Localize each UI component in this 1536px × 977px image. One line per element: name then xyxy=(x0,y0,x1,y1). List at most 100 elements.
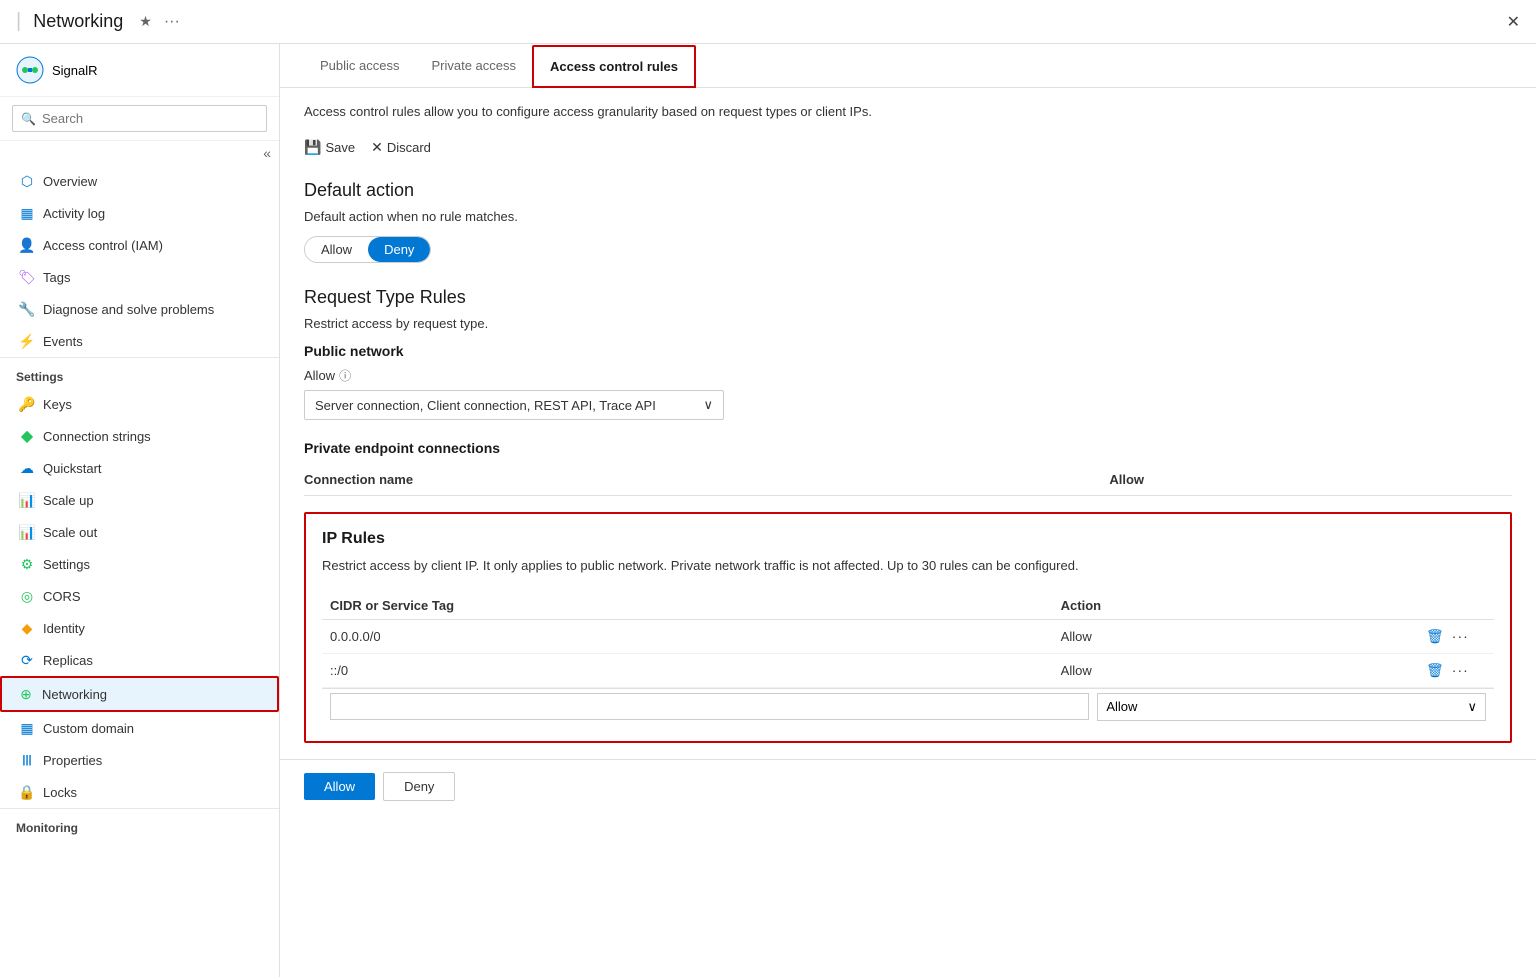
overview-icon: ⬡ xyxy=(19,173,35,189)
public-network-dropdown[interactable]: Server connection, Client connection, RE… xyxy=(304,390,724,420)
col-cidr-header: CIDR or Service Tag xyxy=(330,598,1061,613)
sidebar-item-overview[interactable]: ⬡ Overview xyxy=(0,165,279,197)
locks-icon: 🔒 xyxy=(19,784,35,800)
title-bar: | Networking ★ ··· ✕ xyxy=(0,0,1536,44)
access-control-icon: 👤 xyxy=(19,237,35,253)
ip-new-row: Allow ∨ xyxy=(322,688,1494,725)
discard-label: Discard xyxy=(387,140,431,155)
sidebar-item-label: Custom domain xyxy=(43,721,134,736)
more-options-icon[interactable]: ··· xyxy=(1452,662,1469,678)
ip-table-header: CIDR or Service Tag Action xyxy=(322,592,1494,620)
new-action-value: Allow xyxy=(1106,699,1137,714)
delete-icon[interactable]: 🗑 xyxy=(1426,628,1444,645)
private-endpoint-table-header: Connection name Allow xyxy=(304,464,1512,496)
more-options-icon[interactable]: ··· xyxy=(1452,628,1469,644)
content-area: Public access Private access Access cont… xyxy=(280,44,1536,977)
description-text: Access control rules allow you to config… xyxy=(304,104,1512,119)
allow-label: Allow ⓘ xyxy=(304,367,1512,384)
delete-icon[interactable]: 🗑 xyxy=(1426,662,1444,679)
table-row: 0.0.0.0/0 Allow 🗑 ··· xyxy=(322,620,1494,654)
bottom-deny-button[interactable]: Deny xyxy=(383,772,455,801)
sidebar-item-networking[interactable]: ⊕ Networking xyxy=(0,676,279,712)
sidebar-item-scale-out[interactable]: 📊 Scale out xyxy=(0,516,279,548)
search-box[interactable]: 🔍 xyxy=(12,105,267,132)
dropdown-value: Server connection, Client connection, RE… xyxy=(315,398,656,413)
toggle-allow[interactable]: Allow xyxy=(305,237,368,262)
sidebar-search-container: 🔍 xyxy=(0,97,279,141)
sidebar-item-events[interactable]: ⚡ Events xyxy=(0,325,279,357)
request-type-rules-title: Request Type Rules xyxy=(304,287,1512,308)
toggle-deny[interactable]: Deny xyxy=(368,237,430,262)
sidebar-item-locks[interactable]: 🔒 Locks xyxy=(0,776,279,808)
collapse-icon[interactable]: « xyxy=(263,145,271,161)
tab-public-access[interactable]: Public access xyxy=(304,44,415,87)
action-cell: Allow xyxy=(1061,663,1426,678)
sidebar-item-identity[interactable]: ◆ Identity xyxy=(0,612,279,644)
sidebar-item-quickstart[interactable]: ☁ Quickstart xyxy=(0,452,279,484)
sidebar-item-label: Diagnose and solve problems xyxy=(43,302,214,317)
favorite-icon[interactable]: ★ xyxy=(139,13,152,30)
content-body: Access control rules allow you to config… xyxy=(280,88,1536,759)
default-action-title: Default action xyxy=(304,180,1512,201)
sidebar-item-diagnose[interactable]: 🔧 Diagnose and solve problems xyxy=(0,293,279,325)
sidebar-item-label: Scale up xyxy=(43,493,94,508)
replicas-icon: ⟳ xyxy=(19,652,35,668)
sidebar-item-label: Connection strings xyxy=(43,429,151,444)
tab-private-access[interactable]: Private access xyxy=(415,44,532,87)
discard-icon: ✕ xyxy=(371,139,383,156)
sidebar-item-cors[interactable]: ◎ CORS xyxy=(0,580,279,612)
bottom-allow-button[interactable]: Allow xyxy=(304,773,375,800)
more-icon[interactable]: ··· xyxy=(164,13,180,31)
events-icon: ⚡ xyxy=(19,333,35,349)
ip-rules-title: IP Rules xyxy=(322,530,1494,548)
sidebar-item-label: Overview xyxy=(43,174,97,189)
activity-log-icon: ▦ xyxy=(19,205,35,221)
new-action-chevron-icon: ∨ xyxy=(1467,699,1477,715)
sidebar-item-scale-up[interactable]: 📊 Scale up xyxy=(0,484,279,516)
new-cidr-input[interactable] xyxy=(330,693,1089,720)
sidebar-item-activity-log[interactable]: ▦ Activity log xyxy=(0,197,279,229)
sidebar-logo-text: SignalR xyxy=(52,63,98,78)
sidebar-item-custom-domain[interactable]: ▦ Custom domain xyxy=(0,712,279,744)
page-title: Networking xyxy=(33,11,123,32)
scale-out-icon: 📊 xyxy=(19,524,35,540)
search-input[interactable] xyxy=(42,111,258,126)
ip-rules-box: IP Rules Restrict access by client IP. I… xyxy=(304,512,1512,743)
save-icon: 💾 xyxy=(304,139,321,156)
settings-section-header: Settings xyxy=(0,357,279,388)
scale-up-icon: 📊 xyxy=(19,492,35,508)
bottom-bar: Allow Deny xyxy=(280,759,1536,813)
sidebar-item-replicas[interactable]: ⟳ Replicas xyxy=(0,644,279,676)
search-icon: 🔍 xyxy=(21,112,36,126)
default-action-toggle[interactable]: Allow Deny xyxy=(304,236,431,263)
identity-icon: ◆ xyxy=(19,620,35,636)
cidr-cell: ::/0 xyxy=(330,663,1061,678)
sidebar-item-keys[interactable]: 🔑 Keys xyxy=(0,388,279,420)
sidebar-item-access-control[interactable]: 👤 Access control (IAM) xyxy=(0,229,279,261)
allow-info-icon[interactable]: ⓘ xyxy=(339,367,351,384)
title-actions: ★ ··· xyxy=(139,13,180,31)
save-button[interactable]: 💾 Save xyxy=(304,135,355,160)
sidebar-item-label: Settings xyxy=(43,557,90,572)
tabs-bar: Public access Private access Access cont… xyxy=(280,44,1536,88)
custom-domain-icon: ▦ xyxy=(19,720,35,736)
sidebar-item-connection-strings[interactable]: ◆ Connection strings xyxy=(0,420,279,452)
sidebar-item-settings[interactable]: ⚙ Settings xyxy=(0,548,279,580)
sidebar-item-label: Properties xyxy=(43,753,102,768)
sidebar-item-properties[interactable]: ||| Properties xyxy=(0,744,279,776)
new-action-dropdown[interactable]: Allow ∨ xyxy=(1097,693,1486,721)
toolbar: 💾 Save ✕ Discard xyxy=(304,135,1512,160)
sidebar-item-label: Access control (IAM) xyxy=(43,238,163,253)
tab-access-control-rules[interactable]: Access control rules xyxy=(532,45,696,88)
discard-button[interactable]: ✕ Discard xyxy=(371,135,431,160)
save-label: Save xyxy=(325,140,355,155)
private-endpoint-label: Private endpoint connections xyxy=(304,440,1512,456)
col-allow: Allow xyxy=(1109,472,1512,487)
close-icon[interactable]: ✕ xyxy=(1507,12,1520,32)
sidebar-item-label: Identity xyxy=(43,621,85,636)
cors-icon: ◎ xyxy=(19,588,35,604)
monitoring-section-header: Monitoring xyxy=(0,808,279,839)
sidebar-item-tags[interactable]: 🏷 Tags xyxy=(0,261,279,293)
signalr-logo-icon xyxy=(16,56,44,84)
dropdown-chevron-icon: ∨ xyxy=(703,397,713,413)
